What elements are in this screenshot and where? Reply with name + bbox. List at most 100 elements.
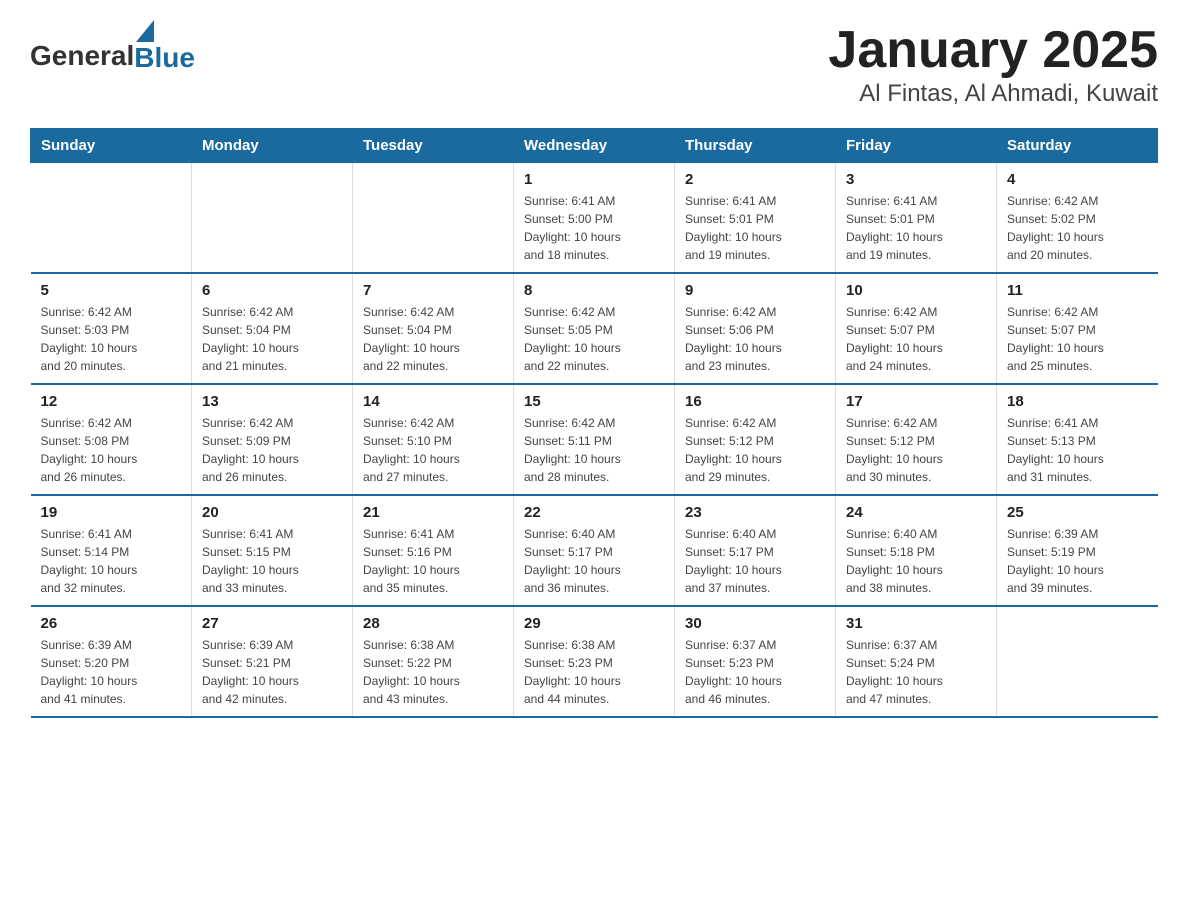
day-info: Sunrise: 6:38 AM Sunset: 5:23 PM Dayligh…: [524, 636, 664, 708]
calendar-header-row: SundayMondayTuesdayWednesdayThursdayFrid…: [31, 129, 1158, 163]
calendar-cell: 8 Sunrise: 6:42 AM Sunset: 5:05 PM Daylig…: [514, 273, 675, 384]
day-info: Sunrise: 6:41 AM Sunset: 5:16 PM Dayligh…: [363, 525, 503, 597]
column-header-friday: Friday: [836, 129, 997, 163]
logo-general-text: General: [30, 40, 134, 72]
day-number: 17: [846, 393, 986, 410]
day-number: 29: [524, 615, 664, 632]
day-info: Sunrise: 6:42 AM Sunset: 5:07 PM Dayligh…: [1007, 303, 1148, 375]
day-number: 24: [846, 504, 986, 521]
calendar-cell: 12Sunrise: 6:42 AM Sunset: 5:08 PM Dayli…: [31, 384, 192, 495]
calendar-cell: 24 Sunrise: 6:40 AM Sunset: 5:18 PM Dayli…: [836, 495, 997, 606]
calendar-cell: 11 Sunrise: 6:42 AM Sunset: 5:07 PM Dayli…: [997, 273, 1158, 384]
day-info: Sunrise: 6:39 AM Sunset: 5:20 PM Dayligh…: [41, 636, 182, 708]
column-header-wednesday: Wednesday: [514, 129, 675, 163]
day-info: Sunrise: 6:40 AM Sunset: 5:17 PM Dayligh…: [685, 525, 825, 597]
day-info: Sunrise: 6:42 AM Sunset: 5:12 PM Dayligh…: [685, 414, 825, 486]
day-number: 21: [363, 504, 503, 521]
logo-blue-text: Blue: [134, 44, 195, 72]
calendar-cell: 22 Sunrise: 6:40 AM Sunset: 5:17 PM Dayli…: [514, 495, 675, 606]
calendar-cell: [997, 606, 1158, 717]
day-info: Sunrise: 6:42 AM Sunset: 5:06 PM Dayligh…: [685, 303, 825, 375]
logo: General Blue: [30, 20, 195, 72]
day-info: Sunrise: 6:40 AM Sunset: 5:18 PM Dayligh…: [846, 525, 986, 597]
day-info: Sunrise: 6:42 AM Sunset: 5:04 PM Dayligh…: [202, 303, 342, 375]
week-row-2: 5Sunrise: 6:42 AM Sunset: 5:03 PM Daylig…: [31, 273, 1158, 384]
day-number: 19: [41, 504, 182, 521]
day-number: 6: [202, 282, 342, 299]
calendar-cell: 5Sunrise: 6:42 AM Sunset: 5:03 PM Daylig…: [31, 273, 192, 384]
day-info: Sunrise: 6:41 AM Sunset: 5:01 PM Dayligh…: [685, 192, 825, 264]
week-row-5: 26 Sunrise: 6:39 AM Sunset: 5:20 PM Dayli…: [31, 606, 1158, 717]
day-number: 10: [846, 282, 986, 299]
calendar-cell: 27Sunrise: 6:39 AM Sunset: 5:21 PM Dayli…: [192, 606, 353, 717]
calendar-cell: 31Sunrise: 6:37 AM Sunset: 5:24 PM Dayli…: [836, 606, 997, 717]
day-info: Sunrise: 6:41 AM Sunset: 5:00 PM Dayligh…: [524, 192, 664, 264]
calendar-cell: 14 Sunrise: 6:42 AM Sunset: 5:10 PM Dayli…: [353, 384, 514, 495]
day-number: 13: [202, 393, 342, 410]
day-info: Sunrise: 6:42 AM Sunset: 5:02 PM Dayligh…: [1007, 192, 1148, 264]
calendar-cell: 15Sunrise: 6:42 AM Sunset: 5:11 PM Dayli…: [514, 384, 675, 495]
day-number: 30: [685, 615, 825, 632]
calendar-cell: 10 Sunrise: 6:42 AM Sunset: 5:07 PM Dayli…: [836, 273, 997, 384]
logo-blue-part: Blue: [134, 20, 195, 72]
week-row-3: 12Sunrise: 6:42 AM Sunset: 5:08 PM Dayli…: [31, 384, 1158, 495]
day-info: Sunrise: 6:41 AM Sunset: 5:15 PM Dayligh…: [202, 525, 342, 597]
day-info: Sunrise: 6:41 AM Sunset: 5:01 PM Dayligh…: [846, 192, 986, 264]
day-number: 18: [1007, 393, 1148, 410]
day-number: 26: [41, 615, 182, 632]
calendar-table: SundayMondayTuesdayWednesdayThursdayFrid…: [30, 128, 1158, 718]
day-number: 16: [685, 393, 825, 410]
week-row-1: 1 Sunrise: 6:41 AM Sunset: 5:00 PM Daylig…: [31, 163, 1158, 274]
calendar-cell: [192, 163, 353, 274]
calendar-cell: 4 Sunrise: 6:42 AM Sunset: 5:02 PM Daylig…: [997, 163, 1158, 274]
day-info: Sunrise: 6:42 AM Sunset: 5:10 PM Dayligh…: [363, 414, 503, 486]
day-info: Sunrise: 6:42 AM Sunset: 5:12 PM Dayligh…: [846, 414, 986, 486]
calendar-cell: 18 Sunrise: 6:41 AM Sunset: 5:13 PM Dayli…: [997, 384, 1158, 495]
day-number: 4: [1007, 171, 1148, 188]
calendar-cell: 20 Sunrise: 6:41 AM Sunset: 5:15 PM Dayli…: [192, 495, 353, 606]
day-info: Sunrise: 6:42 AM Sunset: 5:04 PM Dayligh…: [363, 303, 503, 375]
day-info: Sunrise: 6:42 AM Sunset: 5:03 PM Dayligh…: [41, 303, 182, 375]
calendar-cell: 29 Sunrise: 6:38 AM Sunset: 5:23 PM Dayli…: [514, 606, 675, 717]
day-number: 11: [1007, 282, 1148, 299]
column-header-monday: Monday: [192, 129, 353, 163]
day-info: Sunrise: 6:39 AM Sunset: 5:19 PM Dayligh…: [1007, 525, 1148, 597]
day-info: Sunrise: 6:41 AM Sunset: 5:14 PM Dayligh…: [41, 525, 182, 597]
page-header: General Blue January 2025 Al Fintas, Al …: [30, 20, 1158, 108]
day-number: 28: [363, 615, 503, 632]
day-info: Sunrise: 6:42 AM Sunset: 5:08 PM Dayligh…: [41, 414, 182, 486]
column-header-saturday: Saturday: [997, 129, 1158, 163]
column-header-sunday: Sunday: [31, 129, 192, 163]
page-subtitle: Al Fintas, Al Ahmadi, Kuwait: [828, 80, 1158, 108]
column-header-tuesday: Tuesday: [353, 129, 514, 163]
calendar-cell: 3Sunrise: 6:41 AM Sunset: 5:01 PM Daylig…: [836, 163, 997, 274]
day-number: 14: [363, 393, 503, 410]
day-info: Sunrise: 6:41 AM Sunset: 5:13 PM Dayligh…: [1007, 414, 1148, 486]
day-number: 7: [363, 282, 503, 299]
calendar-cell: 17 Sunrise: 6:42 AM Sunset: 5:12 PM Dayli…: [836, 384, 997, 495]
calendar-cell: [31, 163, 192, 274]
day-number: 22: [524, 504, 664, 521]
day-number: 15: [524, 393, 664, 410]
day-number: 20: [202, 504, 342, 521]
calendar-cell: 26 Sunrise: 6:39 AM Sunset: 5:20 PM Dayli…: [31, 606, 192, 717]
page-title: January 2025: [828, 20, 1158, 80]
day-number: 31: [846, 615, 986, 632]
title-block: January 2025 Al Fintas, Al Ahmadi, Kuwai…: [828, 20, 1158, 108]
day-info: Sunrise: 6:42 AM Sunset: 5:09 PM Dayligh…: [202, 414, 342, 486]
day-info: Sunrise: 6:40 AM Sunset: 5:17 PM Dayligh…: [524, 525, 664, 597]
calendar-cell: 7 Sunrise: 6:42 AM Sunset: 5:04 PM Daylig…: [353, 273, 514, 384]
day-info: Sunrise: 6:42 AM Sunset: 5:05 PM Dayligh…: [524, 303, 664, 375]
day-info: Sunrise: 6:42 AM Sunset: 5:07 PM Dayligh…: [846, 303, 986, 375]
day-info: Sunrise: 6:38 AM Sunset: 5:22 PM Dayligh…: [363, 636, 503, 708]
calendar-cell: 13 Sunrise: 6:42 AM Sunset: 5:09 PM Dayli…: [192, 384, 353, 495]
day-number: 23: [685, 504, 825, 521]
day-number: 25: [1007, 504, 1148, 521]
day-number: 8: [524, 282, 664, 299]
day-number: 2: [685, 171, 825, 188]
calendar-cell: 19 Sunrise: 6:41 AM Sunset: 5:14 PM Dayli…: [31, 495, 192, 606]
calendar-cell: 6 Sunrise: 6:42 AM Sunset: 5:04 PM Daylig…: [192, 273, 353, 384]
calendar-cell: 23 Sunrise: 6:40 AM Sunset: 5:17 PM Dayli…: [675, 495, 836, 606]
day-number: 1: [524, 171, 664, 188]
day-number: 9: [685, 282, 825, 299]
